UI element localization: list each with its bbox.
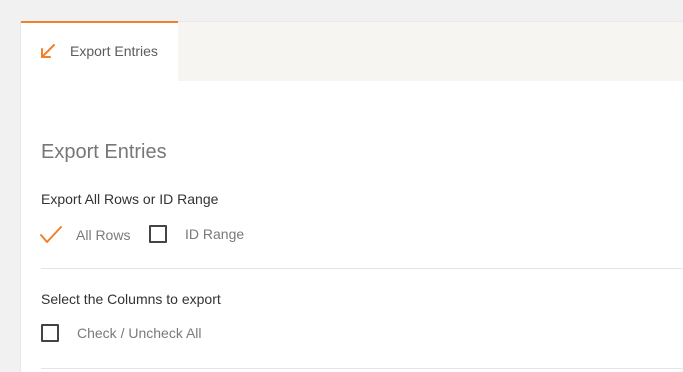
divider xyxy=(41,368,683,369)
check-uncheck-all[interactable]: Check / Uncheck All xyxy=(41,324,202,342)
option-id-range-label: ID Range xyxy=(185,226,245,242)
option-all-rows[interactable]: All Rows xyxy=(39,225,130,245)
arrow-down-left-icon xyxy=(41,44,55,58)
tab-bar: Export Entries xyxy=(21,21,683,82)
tab-label: Export Entries xyxy=(70,43,158,59)
page-title: Export Entries xyxy=(41,141,167,163)
page-background: Export Entries Export Entries Export All… xyxy=(0,0,683,372)
columns-label: Select the Columns to export xyxy=(41,291,221,307)
divider xyxy=(41,268,683,269)
check-uncheck-all-label: Check / Uncheck All xyxy=(77,325,202,341)
option-id-range[interactable]: ID Range xyxy=(149,225,244,243)
checkmark-icon xyxy=(40,226,62,243)
export-panel: Export Entries Export Entries Export All… xyxy=(20,21,683,372)
export-rows-label: Export All Rows or ID Range xyxy=(41,191,219,207)
option-all-rows-label: All Rows xyxy=(76,227,131,243)
tab-export-entries[interactable]: Export Entries xyxy=(21,21,178,82)
checkbox-icon xyxy=(149,225,167,243)
checkbox-icon xyxy=(41,324,59,342)
